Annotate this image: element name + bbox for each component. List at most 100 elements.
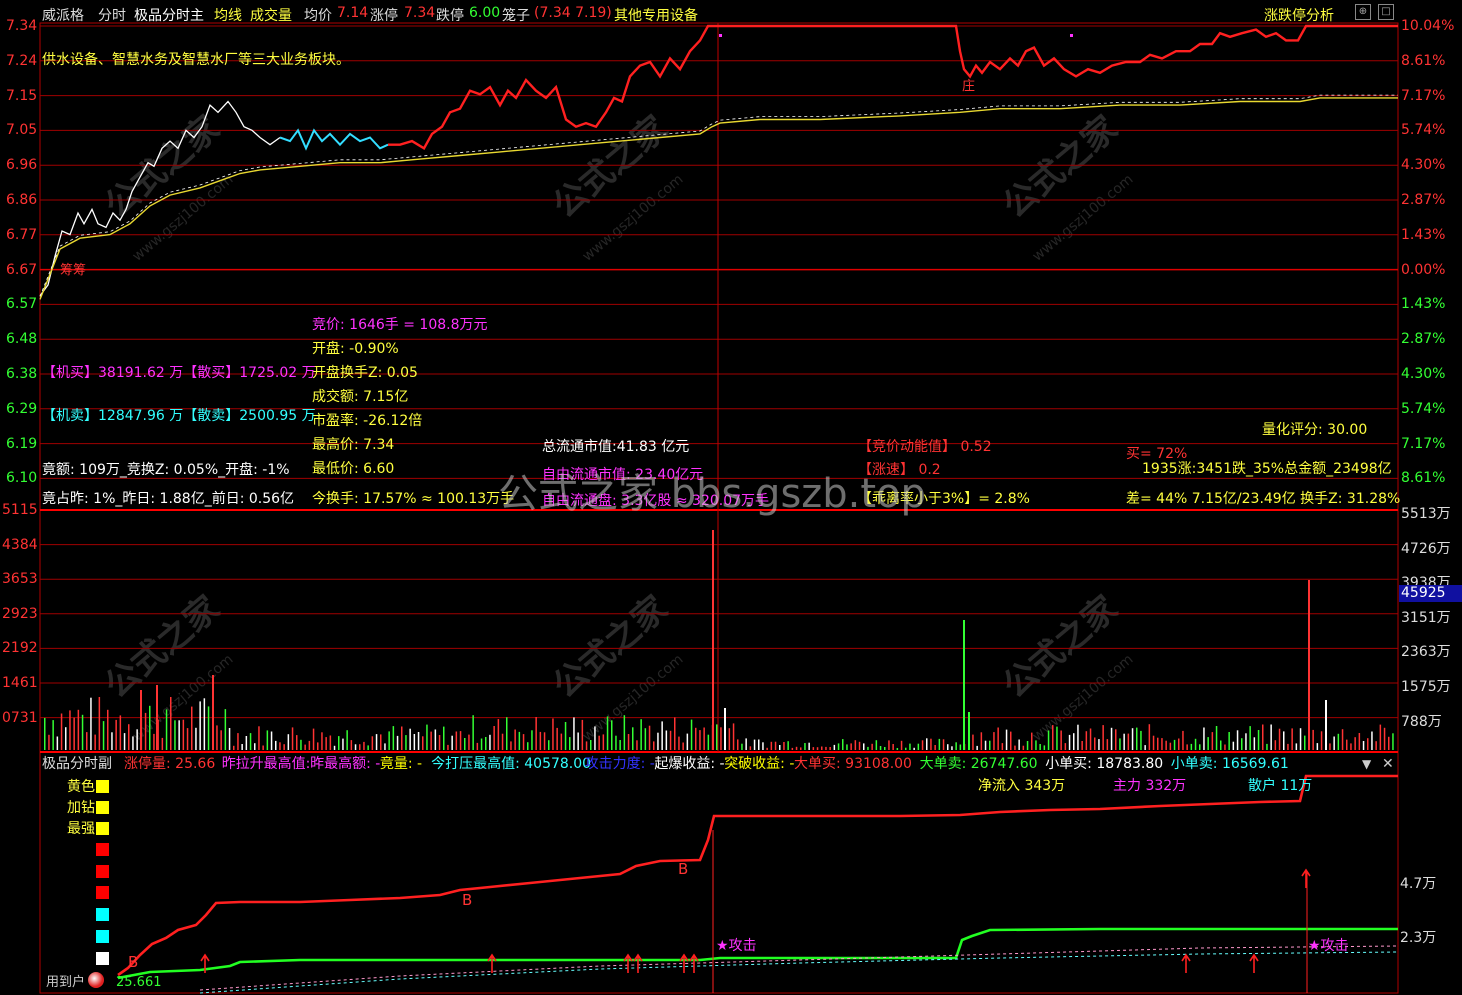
volume-bar — [86, 732, 88, 750]
volume-bar — [291, 727, 294, 750]
volume-bar — [1249, 726, 1251, 750]
volume-bar — [228, 728, 231, 750]
volume-bar — [871, 743, 873, 750]
percent-tick: 5.74% — [1401, 122, 1446, 139]
volume-bar — [338, 736, 340, 750]
volume-bar — [783, 742, 785, 750]
price-tick: 7.34 — [6, 18, 38, 34]
volume-bar — [287, 734, 290, 750]
percent-tick: 7.17% — [1401, 87, 1446, 104]
sub-field: 大单买: 93108.00 — [794, 756, 912, 772]
price-line-cyan — [279, 128, 389, 151]
up-arrow-icon — [487, 953, 497, 973]
volume-bar — [1064, 743, 1067, 750]
sub-axis-tick: 4.7万 — [1400, 876, 1437, 892]
volume-bar — [254, 743, 256, 750]
volume-bar — [405, 735, 407, 750]
volume-bar — [808, 742, 810, 750]
volume-bar — [275, 740, 277, 750]
volume-bar — [1131, 728, 1134, 750]
price-tick: 6.19 — [6, 435, 38, 452]
volume-bar — [312, 728, 315, 750]
volume-bar — [1262, 724, 1264, 750]
volume-bar — [342, 738, 344, 750]
user-avatar-icon[interactable] — [88, 972, 104, 988]
volume-bar — [1362, 741, 1365, 750]
volume-bar — [917, 743, 920, 750]
volume-bar — [1194, 738, 1197, 750]
volume-bar — [1056, 726, 1058, 750]
dropdown-icon[interactable]: ▼ — [1362, 758, 1371, 770]
amount-info: 成交额: 7.15亿 — [312, 389, 409, 405]
volume-bar — [1253, 737, 1256, 750]
volume-bar — [506, 717, 508, 750]
volume-bar — [837, 743, 840, 750]
volume-bar — [1169, 742, 1172, 750]
high-info: 最高价: 7.34 — [312, 437, 395, 453]
cyan-square — [96, 908, 109, 921]
volume-bar — [1010, 731, 1012, 750]
volume-spike — [212, 675, 214, 750]
volume-bar — [1014, 745, 1016, 750]
volume-bar — [858, 741, 861, 750]
up-arrow-icon — [633, 953, 643, 973]
percent-tick: 1.43% — [1401, 296, 1446, 313]
volume-bar — [938, 738, 941, 750]
volume-bar — [413, 734, 416, 750]
volume-bar — [930, 738, 932, 750]
volume-bar — [1102, 725, 1104, 750]
volume-bar — [732, 723, 735, 750]
volume-bar — [388, 731, 390, 750]
sub-field: 小单卖: 16569.61 — [1170, 756, 1289, 772]
volume-bar — [1089, 728, 1092, 750]
volume-bar — [947, 744, 949, 750]
volume-bar — [867, 746, 869, 750]
volume-bar — [1186, 744, 1188, 750]
yellow-square — [96, 780, 109, 793]
volume-bar — [543, 732, 546, 750]
close-icon[interactable]: ✕ — [1382, 757, 1394, 771]
volume-bar — [149, 705, 151, 750]
volume-bar — [678, 736, 680, 750]
volume-bar — [888, 740, 890, 750]
volume-bar — [1388, 736, 1390, 750]
volume-bar — [585, 741, 588, 750]
volume-bar — [531, 730, 533, 750]
main-force-line — [117, 774, 1398, 977]
volume-bar — [1367, 738, 1369, 750]
volume-bar — [850, 743, 852, 750]
volume-bar — [438, 735, 441, 750]
volume-bar — [1375, 741, 1377, 750]
volume-bar — [1127, 733, 1130, 750]
volume-bar — [1287, 743, 1289, 750]
volume-bar — [56, 736, 59, 750]
up-arrow-icon — [1181, 953, 1191, 973]
volume-bar — [1165, 740, 1167, 750]
volume-bar — [884, 747, 886, 750]
zhuang-mark: 庄 — [962, 79, 976, 94]
volume-bar — [606, 716, 609, 750]
sub-field: 突破收益: - — [724, 756, 795, 772]
volume-bar — [657, 732, 659, 750]
sub-indicator-title[interactable]: 极品分时副 — [42, 757, 112, 771]
volume-bar — [375, 734, 378, 750]
volume-bar — [182, 719, 185, 750]
volume-bar — [1073, 733, 1075, 750]
volume-bar — [434, 729, 437, 750]
volume-bar — [854, 740, 857, 750]
volume-bar — [1148, 724, 1151, 750]
volume-right-tick: 3151万 — [1401, 609, 1451, 626]
b-mark: B — [128, 953, 139, 971]
volume-bar — [535, 717, 537, 750]
volume-bar — [1182, 730, 1184, 750]
volume-bar — [501, 733, 504, 750]
volume-bar — [464, 738, 466, 750]
volume-bar — [1215, 726, 1218, 750]
legend-diamond-label: 加钻 — [67, 800, 95, 816]
volume-bar — [216, 725, 218, 750]
legend-yellow-label: 黄色 — [67, 779, 95, 795]
volume-bar — [980, 732, 983, 750]
up-arrow-icon — [1249, 953, 1259, 973]
volume-bar — [1081, 741, 1083, 750]
sub-field: 昨最高额: - — [310, 756, 381, 772]
